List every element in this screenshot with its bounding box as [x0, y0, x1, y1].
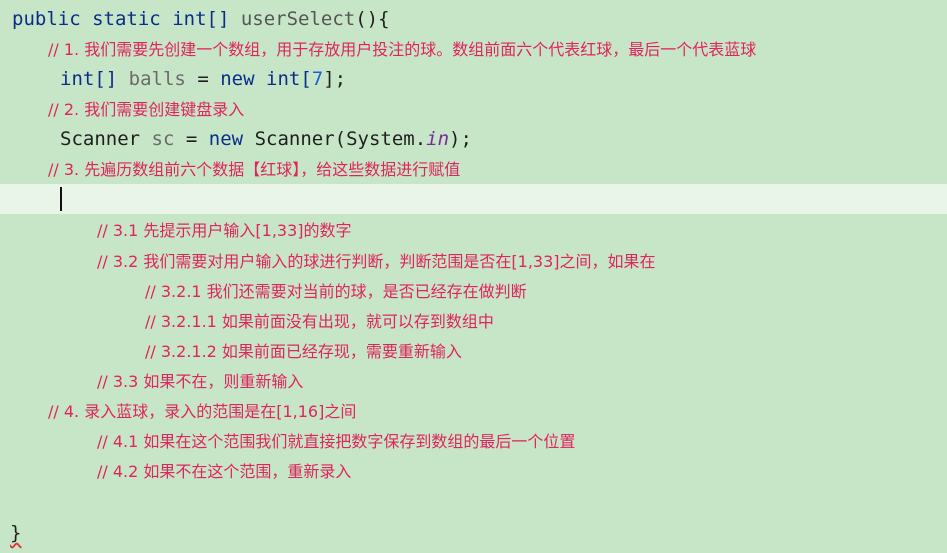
balls-type: int[]	[60, 68, 118, 90]
scanner-constructor: Scanner(System.	[254, 128, 427, 150]
comment-text: // 3.2.1 我们还需要对当前的球，是否已经存在做判断	[145, 282, 527, 301]
statement-end: ];	[323, 68, 347, 90]
comment-text: // 4. 录入蓝球，录入的范围是在[1,16]之间	[48, 402, 357, 421]
closing-brace-line[interactable]: }	[10, 518, 947, 548]
balls-declaration-line[interactable]: int[] balls = new int[7];	[60, 64, 947, 94]
comment-step-3-2-1-1[interactable]: // 3.2.1.1 如果前面没有出现，就可以存到数组中	[145, 306, 947, 336]
signature-tail: (){	[355, 8, 390, 30]
scanner-declaration-line[interactable]: Scanner sc = new Scanner(System.in);	[60, 124, 947, 154]
keyword-new: new	[220, 68, 255, 90]
method-name: userSelect	[240, 8, 356, 30]
statement-end: );	[449, 128, 472, 150]
comment-step-2[interactable]: // 2. 我们需要创建键盘录入	[48, 94, 947, 124]
comment-step-4[interactable]: // 4. 录入蓝球，录入的范围是在[1,16]之间	[48, 396, 947, 426]
return-type: int[]	[172, 8, 230, 30]
comment-step-4-2[interactable]: // 4.2 如果不在这个范围，重新录入	[97, 456, 947, 486]
method-signature-line[interactable]: public static int[] userSelect(){	[12, 4, 947, 34]
text-caret	[60, 187, 62, 211]
comment-text: // 4.1 如果在这个范围我们就直接把数字保存到数组的最后一个位置	[97, 432, 576, 451]
comment-step-3[interactable]: // 3. 先遍历数组前六个数据【红球】，给这些数据进行赋值	[48, 154, 947, 184]
comment-text: // 3.2.1.1 如果前面没有出现，就可以存到数组中	[145, 312, 494, 331]
comment-step-3-3[interactable]: // 3.3 如果不在，则重新输入	[97, 366, 947, 396]
comment-step-3-1[interactable]: // 3.1 先提示用户输入[1,33]的数字	[97, 215, 947, 245]
comment-text: // 3.3 如果不在，则重新输入	[97, 372, 304, 391]
array-size: 7	[311, 68, 324, 90]
comment-text: // 3.1 先提示用户输入[1,33]的数字	[97, 221, 352, 240]
comment-step-3-2[interactable]: // 3.2 我们需要对用户输入的球进行判断，判断范围是否在[1,33]之间，如…	[97, 246, 947, 276]
system-in-field: in	[426, 128, 450, 150]
code-editor[interactable]: public static int[] userSelect(){ // 1. …	[0, 0, 947, 553]
current-line-highlight[interactable]	[0, 184, 947, 214]
keyword-public: public	[12, 8, 81, 30]
comment-text: // 3.2 我们需要对用户输入的球进行判断，判断范围是否在[1,33]之间，如…	[97, 252, 656, 271]
assign-operator: =	[197, 68, 209, 90]
comment-step-4-1[interactable]: // 4.1 如果在这个范围我们就直接把数字保存到数组的最后一个位置	[97, 426, 947, 456]
closing-brace: }	[10, 522, 22, 544]
comment-text: // 3.2.1.2 如果前面已经存现，需要重新输入	[145, 342, 462, 361]
keyword-new: new	[208, 128, 244, 150]
array-type: int[	[266, 68, 312, 90]
comment-text: // 1. 我们需要先创建一个数组，用于存放用户投注的球。数组前面六个代表红球，…	[48, 40, 757, 59]
comment-text: // 3. 先遍历数组前六个数据【红球】，给这些数据进行赋值	[48, 160, 461, 179]
comment-step-1[interactable]: // 1. 我们需要先创建一个数组，用于存放用户投注的球。数组前面六个代表红球，…	[48, 34, 947, 64]
sc-variable: sc	[151, 128, 175, 150]
comment-text: // 2. 我们需要创建键盘录入	[48, 100, 245, 119]
scanner-type: Scanner	[60, 128, 141, 150]
assign-operator: =	[185, 128, 198, 150]
keyword-static: static	[92, 8, 161, 30]
comment-step-3-2-1-2[interactable]: // 3.2.1.2 如果前面已经存现，需要重新输入	[145, 336, 947, 366]
comment-text: // 4.2 如果不在这个范围，重新录入	[97, 462, 352, 481]
balls-variable: balls	[128, 68, 186, 90]
comment-step-3-2-1[interactable]: // 3.2.1 我们还需要对当前的球，是否已经存在做判断	[145, 276, 947, 306]
